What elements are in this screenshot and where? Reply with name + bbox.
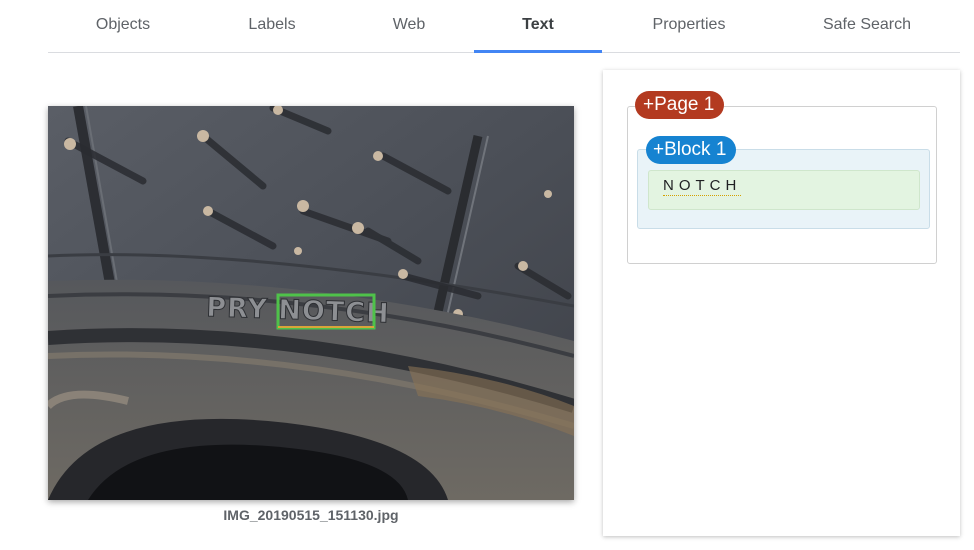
tire-photo: PRY NOTCH <box>48 106 574 500</box>
tab-web[interactable]: Web <box>346 0 472 52</box>
analyzed-image: PRY NOTCH <box>48 106 574 500</box>
embossed-tire-text: PRY NOTCH <box>206 292 390 329</box>
block-1-chip[interactable]: +Block 1 <box>646 136 737 164</box>
tab-properties[interactable]: Properties <box>604 0 774 52</box>
text-results-panel: +Page 1 +Block 1 NOTCH <box>603 70 960 536</box>
tab-bar: Objects Labels Web Text Properties Safe … <box>48 0 960 53</box>
tab-objects[interactable]: Objects <box>48 0 198 52</box>
tab-text[interactable]: Text <box>474 0 602 53</box>
image-filename: IMG_20190515_151130.jpg <box>223 507 399 523</box>
detected-word[interactable]: NOTCH <box>663 177 742 196</box>
page-1-chip[interactable]: +Page 1 <box>635 91 725 119</box>
tab-labels[interactable]: Labels <box>198 0 346 52</box>
tab-safe-search[interactable]: Safe Search <box>774 0 960 52</box>
